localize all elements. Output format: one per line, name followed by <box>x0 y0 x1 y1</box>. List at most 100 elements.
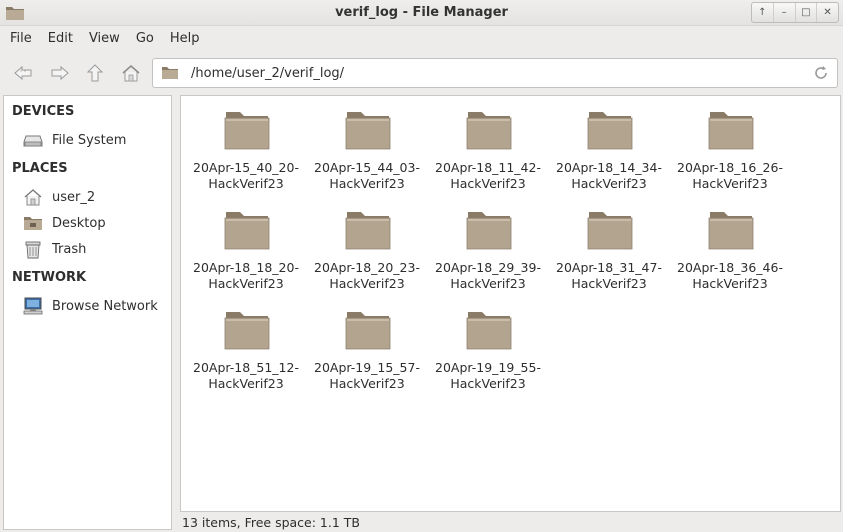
window-controls: ↑ – □ ✕ <box>751 2 839 23</box>
folder-icon <box>345 312 391 350</box>
folder-label: 20Apr-18_18_20- HackVerif23 <box>188 260 304 292</box>
menu-file[interactable]: File <box>4 29 38 48</box>
folder-label-line: 20Apr-18_18_20- <box>193 260 299 275</box>
folder-item[interactable]: 20Apr-18_51_12- HackVerif23 <box>188 296 304 391</box>
menu-go[interactable]: Go <box>130 29 160 48</box>
folder-label: 20Apr-18_51_12- HackVerif23 <box>188 360 304 392</box>
folder-label: 20Apr-18_36_46- HackVerif23 <box>672 260 788 292</box>
folder-label: 20Apr-18_29_39- HackVerif23 <box>430 260 546 292</box>
network-header: NETWORK <box>12 270 87 285</box>
title-bar: verif_log - File Manager ↑ – □ ✕ <box>0 0 843 26</box>
folder-label-line: HackVerif23 <box>450 276 526 291</box>
folder-item[interactable]: 20Apr-18_29_39- HackVerif23 <box>430 196 546 291</box>
toolbar: /home/user_2/verif_log/ <box>0 50 843 94</box>
folder-icon <box>224 312 270 350</box>
folder-icon <box>345 112 391 150</box>
folder-label-line: 20Apr-18_20_23- <box>314 260 420 275</box>
sidebar-item-user-2[interactable]: user_2 <box>22 187 170 207</box>
back-button[interactable] <box>10 61 36 85</box>
folder-label-line: HackVerif23 <box>692 176 768 191</box>
folder-label: 20Apr-18_16_26- HackVerif23 <box>672 160 788 192</box>
folder-label-line: HackVerif23 <box>450 376 526 391</box>
reload-icon[interactable] <box>813 65 829 81</box>
folder-label-line: 20Apr-18_36_46- <box>677 260 783 275</box>
folder-label-line: HackVerif23 <box>692 276 768 291</box>
sidebar-item-label: File System <box>52 132 127 148</box>
forward-button[interactable] <box>47 61 73 85</box>
sidebar-item-browse-network[interactable]: Browse Network <box>22 296 170 316</box>
desktop-icon <box>22 213 44 233</box>
trash-icon <box>22 239 44 259</box>
folder-item[interactable]: 20Apr-18_18_20- HackVerif23 <box>188 196 304 291</box>
folder-label: 20Apr-18_20_23- HackVerif23 <box>309 260 425 292</box>
close-button[interactable]: ✕ <box>817 3 838 22</box>
up-arrow-icon <box>86 64 104 82</box>
places-header: PLACES <box>12 161 68 176</box>
sidebar: DEVICES File System PLACES user_2 Deskto… <box>3 95 172 530</box>
window-title: verif_log - File Manager <box>335 5 508 20</box>
folder-label-line: HackVerif23 <box>208 376 284 391</box>
folder-icon <box>587 212 633 250</box>
sidebar-item-label: Browse Network <box>52 298 158 314</box>
folder-icon <box>224 112 270 150</box>
folder-label-line: 20Apr-18_11_42- <box>435 160 541 175</box>
folder-label-line: 20Apr-19_19_55- <box>435 360 541 375</box>
home-icon <box>122 65 140 82</box>
folder-label: 20Apr-18_11_42- HackVerif23 <box>430 160 546 192</box>
folder-label-line: HackVerif23 <box>329 376 405 391</box>
folder-label-line: 20Apr-18_14_34- <box>556 160 662 175</box>
menu-edit[interactable]: Edit <box>42 29 79 48</box>
folder-label-line: 20Apr-18_29_39- <box>435 260 541 275</box>
menu-view[interactable]: View <box>83 29 126 48</box>
folder-label-line: 20Apr-18_31_47- <box>556 260 662 275</box>
forward-arrow-icon <box>51 65 69 81</box>
folder-icon <box>587 112 633 150</box>
folder-icon <box>224 212 270 250</box>
folder-item[interactable]: 20Apr-15_40_20- HackVerif23 <box>188 96 304 191</box>
shade-button[interactable]: ↑ <box>752 3 774 22</box>
sidebar-item-label: Trash <box>52 241 87 257</box>
home-icon <box>22 187 44 207</box>
folder-item[interactable]: 20Apr-19_15_57- HackVerif23 <box>309 296 425 391</box>
sidebar-item-desktop[interactable]: Desktop <box>22 213 170 233</box>
folder-label-line: HackVerif23 <box>329 176 405 191</box>
maximize-button[interactable]: □ <box>796 3 818 22</box>
devices-header: DEVICES <box>12 104 75 119</box>
folder-icon <box>708 212 754 250</box>
menu-help[interactable]: Help <box>164 29 206 48</box>
folder-label: 20Apr-18_14_34- HackVerif23 <box>551 160 667 192</box>
folder-icon <box>466 112 512 150</box>
folder-item[interactable]: 20Apr-18_31_47- HackVerif23 <box>551 196 667 291</box>
folder-icon <box>162 67 178 79</box>
folder-label-line: 20Apr-15_44_03- <box>314 160 420 175</box>
sidebar-item-trash[interactable]: Trash <box>22 239 170 259</box>
network-icon <box>22 296 44 316</box>
folder-item[interactable]: 20Apr-19_19_55- HackVerif23 <box>430 296 546 391</box>
folder-label-line: HackVerif23 <box>571 176 647 191</box>
folder-item[interactable]: 20Apr-18_14_34- HackVerif23 <box>551 96 667 191</box>
location-path[interactable]: /home/user_2/verif_log/ <box>191 66 344 81</box>
folder-item[interactable]: 20Apr-18_16_26- HackVerif23 <box>672 96 788 191</box>
minimize-button[interactable]: – <box>774 3 796 22</box>
folder-label-line: HackVerif23 <box>329 276 405 291</box>
folder-icon <box>708 112 754 150</box>
folder-label-line: 20Apr-18_16_26- <box>677 160 783 175</box>
folder-item[interactable]: 20Apr-18_36_46- HackVerif23 <box>672 196 788 291</box>
sidebar-item-file-system[interactable]: File System <box>22 130 170 150</box>
folder-label-line: HackVerif23 <box>208 176 284 191</box>
file-view[interactable]: 20Apr-15_40_20- HackVerif23 20Apr-15_44_03… <box>180 95 841 512</box>
folder-label-line: HackVerif23 <box>450 176 526 191</box>
sidebar-item-label: user_2 <box>52 189 96 205</box>
folder-label: 20Apr-15_44_03- HackVerif23 <box>309 160 425 192</box>
folder-item[interactable]: 20Apr-15_44_03- HackVerif23 <box>309 96 425 191</box>
folder-icon <box>466 312 512 350</box>
home-button[interactable] <box>118 61 144 85</box>
folder-label: 20Apr-18_31_47- HackVerif23 <box>551 260 667 292</box>
folder-item[interactable]: 20Apr-18_11_42- HackVerif23 <box>430 96 546 191</box>
folder-label-line: HackVerif23 <box>208 276 284 291</box>
sidebar-item-label: Desktop <box>52 215 106 231</box>
location-bar[interactable]: /home/user_2/verif_log/ <box>152 58 838 88</box>
status-bar: 13 items, Free space: 1.1 TB <box>180 513 843 532</box>
up-button[interactable] <box>82 61 108 85</box>
folder-item[interactable]: 20Apr-18_20_23- HackVerif23 <box>309 196 425 291</box>
